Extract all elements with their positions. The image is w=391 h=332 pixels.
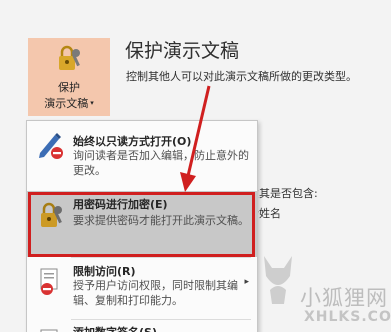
section-title: 保护演示文稿 <box>125 40 240 62</box>
menu-item-description: 要求提供密码才能打开此演示文稿。 <box>73 214 249 227</box>
menu-item-read-only[interactable]: 始终以只读方式打开(O) 询问读者是否加入编辑，防止意外的更改。 <box>27 121 257 191</box>
signature-icon <box>37 325 65 332</box>
menu-item-description: 授予用户访问权限，同时限制其编辑、复制和打印能力。 <box>73 279 238 307</box>
menu-item-title: 始终以只读方式打开(O) <box>73 135 192 148</box>
restrict-access-icon <box>37 267 65 297</box>
menu-item-add-digital-signature[interactable]: 添加数字签名(S) <box>27 319 257 332</box>
pencil-no-icon <box>37 131 65 161</box>
protect-presentation-button[interactable]: 保护 演示文稿 ▾ <box>28 38 110 116</box>
menu-item-description: 询问读者是否加入编辑，防止意外的更改。 <box>73 149 249 177</box>
menu-item-title: 用密码进行加密(E) <box>73 198 168 211</box>
protect-button-label-line2: 演示文稿 <box>44 97 89 110</box>
lock-key-icon <box>37 201 65 231</box>
protect-button-label-line1: 保护 <box>58 81 80 94</box>
background-text-line1: 意其是否包含: <box>248 187 318 200</box>
section-description: 控制其他人可以对此演示文稿所做的更改类型。 <box>126 70 357 83</box>
menu-item-title: 添加数字签名(S) <box>73 324 157 332</box>
menu-item-title: 限制访问(R) <box>73 265 136 278</box>
watermark-domain: XHLKS.COM <box>304 309 391 325</box>
protect-menu: 始终以只读方式打开(O) 询问读者是否加入编辑，防止意外的更改。 用密码进行加密… <box>26 120 258 332</box>
menu-item-encrypt-with-password[interactable]: 用密码进行加密(E) 要求提供密码才能打开此演示文稿。 <box>27 191 257 257</box>
lock-key-icon <box>56 44 82 74</box>
chevron-down-icon: ▾ <box>90 99 94 107</box>
submenu-arrow-icon: ▸ <box>244 277 249 287</box>
watermark-text: 小狐狸网 <box>300 286 388 310</box>
menu-item-restrict-access[interactable]: 限制访问(R) 授予用户访问权限，同时限制其编辑、复制和打印能力。 ▸ <box>27 257 257 319</box>
watermark-fox-logo-icon <box>264 256 292 304</box>
pointer-arrow-icon <box>180 85 211 192</box>
